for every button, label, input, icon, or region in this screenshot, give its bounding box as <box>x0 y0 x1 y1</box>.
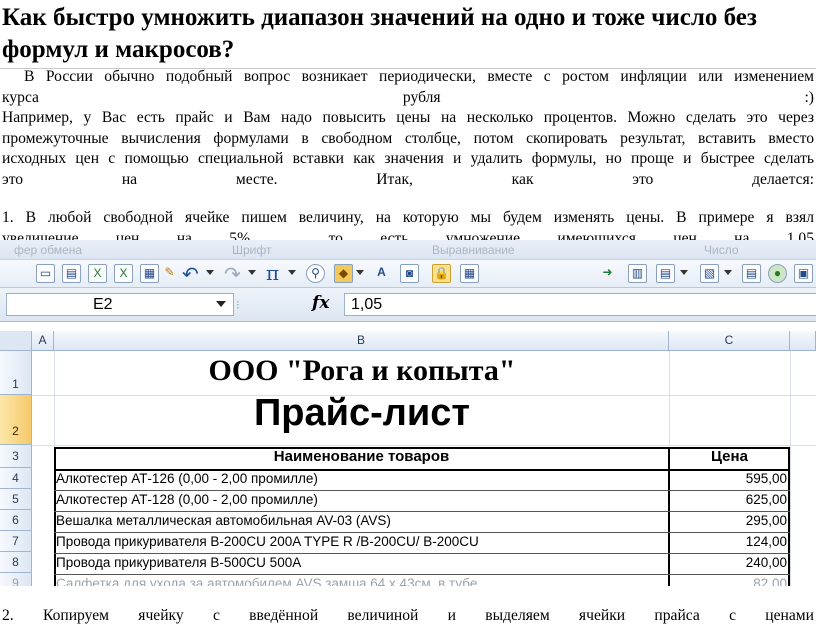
formula-bar: E2 ⁝ fx 1,05 <box>0 288 816 322</box>
zoom-icon[interactable]: ⚲ <box>306 264 325 283</box>
overflow-icon[interactable]: ▣ <box>794 264 813 283</box>
row-header-2[interactable]: 2 <box>0 395 32 445</box>
gridline <box>790 351 791 586</box>
price-list-title-cell[interactable]: Прайс-лист <box>56 391 668 435</box>
intro-line: исходных цен с помощью специальной встав… <box>2 150 814 168</box>
table-header-divider <box>54 469 790 471</box>
article-title: Как быстро умножить диапазон значений на… <box>2 4 757 63</box>
table-row-divider <box>54 490 790 491</box>
camera-icon[interactable]: ◙ <box>400 264 419 283</box>
paste-special-icon[interactable]: ▥ <box>628 264 647 283</box>
undo-icon[interactable]: ↶ <box>182 262 199 287</box>
ribbon-group-labels: фер обмена Шрифт Выравнивание Число <box>0 240 816 260</box>
select-all-corner[interactable] <box>0 331 32 351</box>
circle-icon[interactable]: ● <box>768 264 787 283</box>
ribbon-group-clipboard[interactable]: фер обмена <box>14 243 82 257</box>
table-grid-icon[interactable]: ▦ <box>140 264 159 283</box>
formula-bar-splitter-icon[interactable]: ⁝ <box>236 296 248 314</box>
shape-dropdown-icon[interactable] <box>356 270 364 275</box>
intro-line: курса рубля :) <box>2 88 814 106</box>
gridline <box>32 445 816 446</box>
row-header-1[interactable]: 1 <box>0 351 32 395</box>
redo-dropdown-icon[interactable] <box>248 270 256 275</box>
arrow-right-icon[interactable]: ➜ <box>598 264 617 283</box>
ribbon-group-font[interactable]: Шрифт <box>232 243 271 257</box>
gridline <box>669 351 670 445</box>
row-header-4[interactable]: 4 <box>0 468 32 489</box>
quick-access-toolbar: ▭ ▤ X X ▦ ✎ ↶ ↷ π ⚲ ◆ A ◙ 🔒 ▦ ➜ ▥ ▤ ▧ ▤ … <box>0 260 816 288</box>
sort-icon[interactable]: ▤ <box>742 264 761 283</box>
page-setup-icon[interactable]: ▤ <box>656 264 675 283</box>
pi-icon[interactable]: π <box>266 261 279 285</box>
intro-line: В России обычно подобный вопрос возникае… <box>24 68 814 85</box>
page-setup-dropdown-icon[interactable] <box>680 270 688 275</box>
step1-line: 1. В любой свободной ячейке пишем величи… <box>2 209 814 226</box>
excel-screenshot: фер обмена Шрифт Выравнивание Число ▭ ▤ … <box>0 240 816 586</box>
name-box[interactable]: E2 <box>6 293 234 316</box>
step2-paragraph: 2. Копируем ячейку с введённой величиной… <box>2 606 814 627</box>
table-row-divider <box>54 511 790 512</box>
column-header-d[interactable] <box>790 331 816 351</box>
column-header-a[interactable]: A <box>32 331 54 351</box>
pi-dropdown-icon[interactable] <box>288 270 296 275</box>
redo-icon[interactable]: ↷ <box>224 262 241 287</box>
column-header-c[interactable]: C <box>669 331 790 351</box>
chart-icon[interactable]: ▧ <box>700 264 719 283</box>
row-header-7[interactable]: 7 <box>0 531 32 552</box>
format-painter-icon[interactable]: ✎ <box>160 264 179 283</box>
table-row-divider <box>54 574 790 575</box>
intro-line: промежуточные вычисления формулами в сво… <box>2 129 814 147</box>
new-document-icon[interactable]: ▭ <box>36 264 55 283</box>
intro-paragraph: В России обычно подобный вопрос возникае… <box>2 67 814 191</box>
insert-shape-icon[interactable]: ◆ <box>334 264 353 283</box>
undo-dropdown-icon[interactable] <box>206 270 214 275</box>
insert-function-button[interactable]: fx <box>312 293 342 316</box>
table-outline <box>54 447 790 586</box>
formula-input[interactable]: 1,05 <box>344 293 816 316</box>
table-row-divider <box>54 553 790 554</box>
name-box-dropdown-icon[interactable] <box>216 301 226 307</box>
table-icon[interactable]: ▦ <box>460 264 479 283</box>
company-name-cell[interactable]: ООО "Рога и копыта" <box>56 353 668 389</box>
column-header-b[interactable]: B <box>54 331 669 351</box>
intro-line: это на месте. Итак, как это делается: <box>2 170 814 188</box>
chart-dropdown-icon[interactable] <box>724 270 732 275</box>
ribbon-group-number[interactable]: Число <box>704 243 739 257</box>
row-header-6[interactable]: 6 <box>0 510 32 531</box>
row-header-5[interactable]: 5 <box>0 489 32 510</box>
row-header-8[interactable]: 8 <box>0 552 32 573</box>
ribbon-group-alignment[interactable]: Выравнивание <box>432 243 515 257</box>
step2-line: 2. Копируем ячейку с введённой величиной… <box>2 607 814 624</box>
row-header-9[interactable]: 9 <box>0 573 32 586</box>
table-column-divider <box>668 447 670 586</box>
lock-icon[interactable]: 🔒 <box>432 264 451 283</box>
table-row-divider <box>54 532 790 533</box>
excel-icon[interactable]: X <box>88 264 107 283</box>
row-header-3[interactable]: 3 <box>0 445 32 468</box>
excel-export-icon[interactable]: X <box>114 264 133 283</box>
print-preview-icon[interactable]: ▤ <box>62 264 81 283</box>
intro-line: Например, у Вас есть прайс и Вам надо по… <box>2 109 814 127</box>
text-box-icon[interactable]: A <box>372 264 391 283</box>
